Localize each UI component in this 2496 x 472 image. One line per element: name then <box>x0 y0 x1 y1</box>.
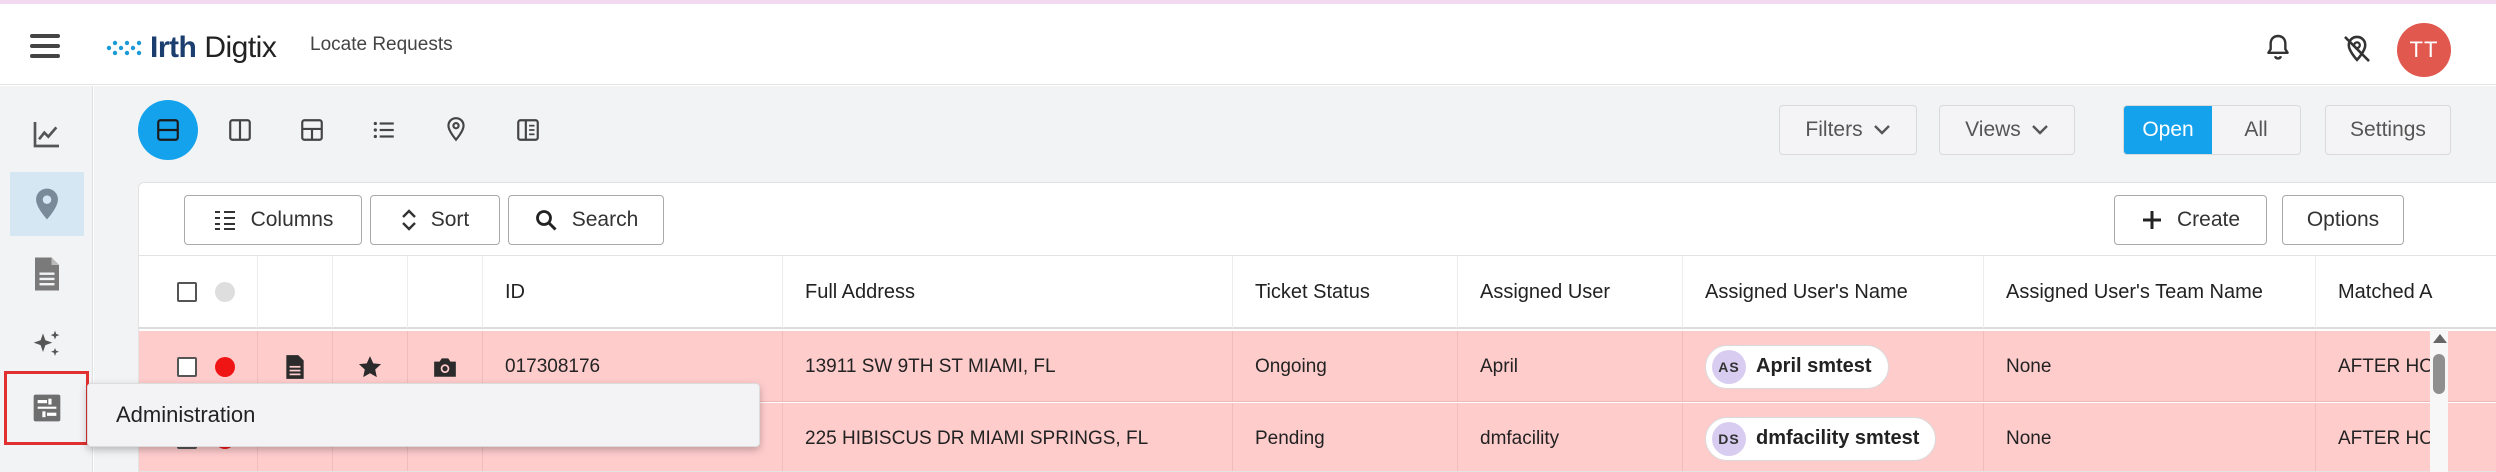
cell-ticket-status: Pending <box>1233 403 1458 471</box>
open-all-toggle: Open All <box>2123 105 2301 155</box>
sparkles-icon <box>33 330 60 356</box>
map-view-icon <box>447 117 465 142</box>
cell-assigned-users-name: AS April smtest <box>1683 331 1984 402</box>
sort-label: Sort <box>430 208 470 231</box>
camera-icon[interactable] <box>432 355 458 379</box>
header-photo-column <box>408 256 483 328</box>
sidebar-item-ai[interactable] <box>10 312 84 376</box>
single-panel-view-icon <box>157 119 179 141</box>
document-icon <box>35 257 59 291</box>
search-icon <box>535 210 557 231</box>
list-view-icon <box>373 121 394 139</box>
plus-icon <box>2142 211 2161 229</box>
logo-text-irth: Irth <box>150 31 197 64</box>
logo-mark-icon <box>106 40 142 56</box>
chevron-down-icon <box>2031 125 2048 135</box>
options-button[interactable]: Options <box>2282 195 2404 245</box>
views-button[interactable]: Views <box>1939 105 2075 155</box>
create-button[interactable]: Create <box>2114 195 2267 245</box>
cell-team-name: None <box>1984 331 2316 402</box>
column-header-full-address[interactable]: Full Address <box>783 256 1233 328</box>
column-header-id[interactable]: ID <box>483 256 783 328</box>
cell-full-address: 225 HIBISCUS DR MIAMI SPRINGS, FL <box>783 403 1233 471</box>
notification-bell-icon[interactable] <box>2262 32 2294 64</box>
cell-matched: AFTER HO <box>2338 427 2435 449</box>
sidebar <box>0 86 93 472</box>
document-icon[interactable] <box>284 354 306 380</box>
header-favorite-column <box>333 256 408 328</box>
cell-assigned-user: dmfacility <box>1458 403 1683 471</box>
column-header-matched[interactable]: Matched A <box>2316 256 2496 328</box>
settings-button[interactable]: Settings <box>2325 105 2451 155</box>
map-view-button[interactable] <box>426 100 486 160</box>
side-panel-view-icon <box>517 119 539 141</box>
filters-button[interactable]: Filters <box>1779 105 1917 155</box>
table-scrollbar[interactable] <box>2430 330 2448 472</box>
menu-icon[interactable] <box>30 34 60 58</box>
filters-label: Filters <box>1805 118 1863 141</box>
column-header-ticket-status[interactable]: Ticket Status <box>1233 256 1458 328</box>
sidebar-item-analytics[interactable] <box>10 102 84 166</box>
cell-full-address: 13911 SW 9TH ST MIAMI, FL <box>783 331 1233 402</box>
user-avatar[interactable]: TT <box>2397 23 2451 77</box>
single-panel-view-button[interactable] <box>138 100 198 160</box>
user-chip[interactable]: AS April smtest <box>1705 344 1889 389</box>
split-quad-view-button[interactable] <box>282 100 342 160</box>
sidebar-item-documents[interactable] <box>10 242 84 306</box>
logo-text-digtix: Digtix <box>204 31 277 64</box>
row-checkbox[interactable] <box>177 356 197 377</box>
user-initials-avatar: AS <box>1712 349 1746 384</box>
all-toggle-button[interactable]: All <box>2212 106 2300 154</box>
user-chip-label: dmfacility smtest <box>1756 427 1920 449</box>
trend-chart-icon <box>33 122 59 148</box>
split-vertical-view-icon <box>229 119 251 141</box>
cell-assigned-users-name: DS dmfacility smtest <box>1683 403 1984 471</box>
cell-ticket-status: Ongoing <box>1233 331 1458 402</box>
cell-team-name: None <box>1984 403 2316 471</box>
scrollbar-thumb[interactable] <box>2433 354 2445 394</box>
scroll-up-arrow-icon[interactable] <box>2433 334 2447 343</box>
user-chip-label: April smtest <box>1756 355 1872 377</box>
columns-icon <box>214 211 235 230</box>
page-title: Locate Requests <box>310 34 453 55</box>
user-initials-avatar: DS <box>1712 421 1746 456</box>
table-header: ID Full Address Ticket Status Assigned U… <box>139 255 2496 329</box>
header-doc-column <box>258 256 333 328</box>
side-panel-view-button[interactable] <box>498 100 558 160</box>
sort-button[interactable]: Sort <box>370 195 500 245</box>
split-vertical-view-button[interactable] <box>210 100 270 160</box>
select-all-checkbox[interactable] <box>177 282 197 302</box>
search-label: Search <box>571 208 639 231</box>
select-all-cell <box>139 256 258 328</box>
create-label: Create <box>2176 208 2241 231</box>
user-chip[interactable]: DS dmfacility smtest <box>1705 416 1937 461</box>
open-toggle-button[interactable]: Open <box>2124 106 2212 154</box>
column-header-assigned-user[interactable]: Assigned User <box>1458 256 1683 328</box>
sidebar-item-locate[interactable] <box>10 172 84 236</box>
column-header-assigned-users-name[interactable]: Assigned User's Name <box>1683 256 1984 328</box>
admin-panel-icon <box>33 394 60 422</box>
column-header-team-name[interactable]: Assigned User's Team Name <box>1984 256 2316 328</box>
administration-tooltip[interactable]: Administration <box>87 383 760 447</box>
app-logo[interactable]: Irth Digtix <box>106 30 277 66</box>
list-view-button[interactable] <box>354 100 414 160</box>
star-icon[interactable] <box>357 354 383 380</box>
location-off-icon[interactable] <box>2340 32 2374 66</box>
status-dot-icon <box>215 356 235 377</box>
cell-assigned-user: April <box>1458 331 1683 402</box>
sort-icon <box>401 209 416 231</box>
search-button[interactable]: Search <box>508 195 664 245</box>
columns-button[interactable]: Columns <box>184 195 362 245</box>
status-indicator-header <box>215 282 235 302</box>
split-quad-view-icon <box>301 119 323 141</box>
chevron-down-icon <box>1873 125 1890 135</box>
sidebar-item-administration[interactable] <box>4 371 89 445</box>
views-label: Views <box>1965 118 2021 141</box>
columns-label: Columns <box>250 208 334 231</box>
map-pin-icon <box>36 188 58 220</box>
top-bar: Irth Digtix Locate Requests TT <box>0 4 2496 85</box>
cell-matched: AFTER HO <box>2338 355 2435 377</box>
